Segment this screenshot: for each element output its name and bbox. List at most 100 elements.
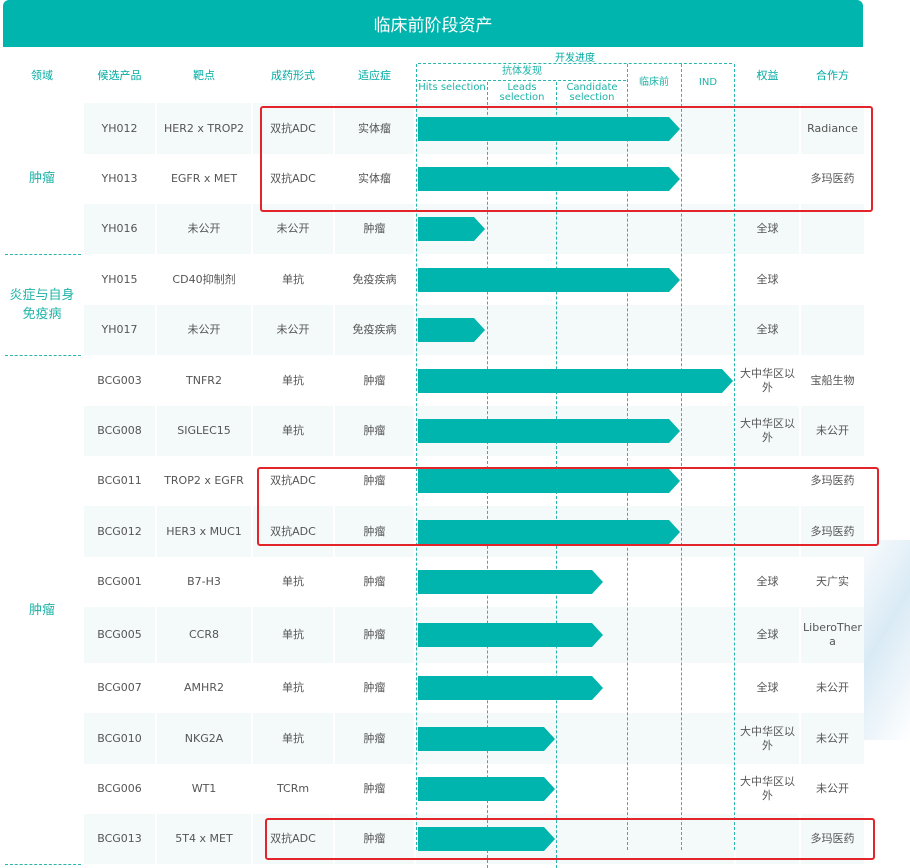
area-label-oncology: 肿瘤 [28, 171, 55, 186]
progress-bar [418, 419, 680, 443]
progress-bar [418, 318, 485, 342]
candidate-cell: YH012 [101, 121, 138, 135]
modality-cell: 单抗 [282, 628, 304, 641]
rights-cell: 大中华区以外 [740, 366, 795, 394]
highlight-box [265, 818, 875, 860]
progress-bar [418, 727, 555, 751]
target-cell: NKG2A [184, 731, 224, 745]
partner-cell: 宝船生物 [810, 373, 855, 387]
candidate-cell: BCG011 [97, 474, 142, 487]
header-area: 领域 [3, 47, 81, 103]
partner-cell [801, 305, 864, 355]
candidate-cell: BCG006 [97, 782, 142, 795]
progress-bar [418, 777, 555, 801]
header-modality: 成药形式 [253, 47, 333, 103]
candidate-cell: BCG010 [97, 731, 142, 745]
indication-cell: 肿瘤 [363, 424, 386, 437]
candidate-cell: BCG003 [97, 373, 142, 387]
highlight-box [257, 467, 879, 546]
partner-cell: 未公开 [816, 424, 849, 437]
progress-bar [418, 217, 485, 241]
progress-bar [418, 268, 680, 292]
target-cell: CD40抑制剂 [172, 272, 236, 286]
progress-bar [418, 676, 603, 700]
indication-cell: 免疫疾病 [352, 323, 397, 336]
indication-cell: 肿瘤 [363, 628, 386, 641]
candidate-cell: YH016 [101, 222, 138, 235]
target-cell: 未公开 [187, 323, 221, 336]
header-leads-selection: Leads selection [499, 82, 545, 103]
header-indication: 适应症 [335, 47, 414, 103]
candidate-cell: BCG013 [97, 832, 142, 845]
header-candidate: 候选产品 [84, 47, 155, 103]
progress-bar [418, 369, 733, 393]
candidate-cell: YH015 [101, 272, 138, 286]
target-cell: SIGLEC15 [177, 424, 231, 437]
progress-header-divider [418, 63, 732, 64]
rights-cell: 全球 [756, 628, 779, 641]
header-progress-label: 开发进度 [555, 53, 595, 64]
candidate-cell: BCG007 [97, 681, 142, 694]
rights-cell: 大中华区以外 [740, 775, 795, 802]
partner-cell: LiberoThera [803, 621, 862, 648]
target-cell: WT1 [191, 782, 217, 795]
modality-cell: 单抗 [282, 731, 304, 745]
candidate-cell: YH017 [101, 323, 138, 336]
target-cell: EGFR x MET [170, 172, 238, 185]
candidate-cell: BCG008 [97, 424, 142, 437]
header-hits-selection: Hits selection [418, 82, 486, 93]
header-rights: 权益 [736, 47, 799, 103]
indication-cell: 免疫疾病 [352, 272, 397, 286]
header-target: 靶点 [157, 47, 251, 103]
header-antibody-discovery: 抗体发现 [502, 66, 542, 77]
target-cell: TROP2 x EGFR [164, 474, 244, 487]
partner-cell: 未公开 [816, 782, 849, 795]
candidate-cell: BCG012 [97, 524, 142, 538]
header-preclinical: 临床前 [639, 77, 669, 88]
rights-cell: 大中华区以外 [740, 417, 795, 444]
target-cell: CCR8 [188, 628, 219, 641]
modality-cell: 未公开 [276, 323, 310, 336]
target-cell: 未公开 [187, 222, 221, 235]
header-partner: 合作方 [801, 47, 864, 103]
target-cell: HER3 x MUC1 [166, 524, 242, 538]
target-cell: TNFR2 [186, 373, 222, 387]
partner-cell [801, 254, 864, 305]
candidate-cell: BCG001 [97, 575, 142, 588]
target-cell: 5T4 x MET [175, 832, 233, 845]
modality-cell: 单抗 [282, 272, 304, 286]
modality-cell: 单抗 [282, 373, 304, 387]
area-label-oncology-2: 肿瘤 [28, 602, 55, 618]
target-cell: AMHR2 [184, 681, 224, 694]
header-ind: IND [698, 77, 718, 88]
partner-cell: 未公开 [816, 731, 849, 745]
area-divider [5, 864, 81, 865]
progress-bar [418, 570, 603, 594]
modality-cell: 单抗 [282, 681, 304, 694]
antibody-discovery-divider [418, 80, 626, 81]
partner-cell: 天广实 [816, 575, 849, 588]
rights-cell: 全球 [756, 323, 779, 336]
target-cell: B7-H3 [187, 575, 221, 588]
modality-cell: 单抗 [282, 575, 304, 588]
header-candidate-selection: Candidate selection [566, 82, 618, 103]
indication-cell: 肿瘤 [363, 731, 386, 745]
rights-cell: 全球 [756, 681, 779, 694]
highlight-box [260, 106, 873, 212]
rights-cell: 全球 [756, 272, 779, 286]
rights-cell: 大中华区以外 [740, 724, 795, 752]
progress-bar [418, 623, 603, 647]
indication-cell: 肿瘤 [363, 681, 386, 694]
target-cell: HER2 x TROP2 [163, 121, 245, 135]
candidate-cell: BCG005 [97, 628, 142, 641]
candidate-cell: YH013 [101, 172, 138, 185]
partner-cell: 未公开 [816, 681, 849, 694]
area-label-inflammation: 炎症与自身免疫病 [9, 288, 75, 322]
indication-cell: 肿瘤 [363, 782, 386, 795]
rights-cell: 全球 [756, 575, 779, 588]
page-title: 临床前阶段资产 [3, 0, 863, 47]
modality-cell: TCRm [276, 782, 310, 795]
indication-cell: 肿瘤 [363, 575, 386, 588]
modality-cell: 单抗 [282, 424, 304, 437]
indication-cell: 肿瘤 [363, 373, 386, 387]
